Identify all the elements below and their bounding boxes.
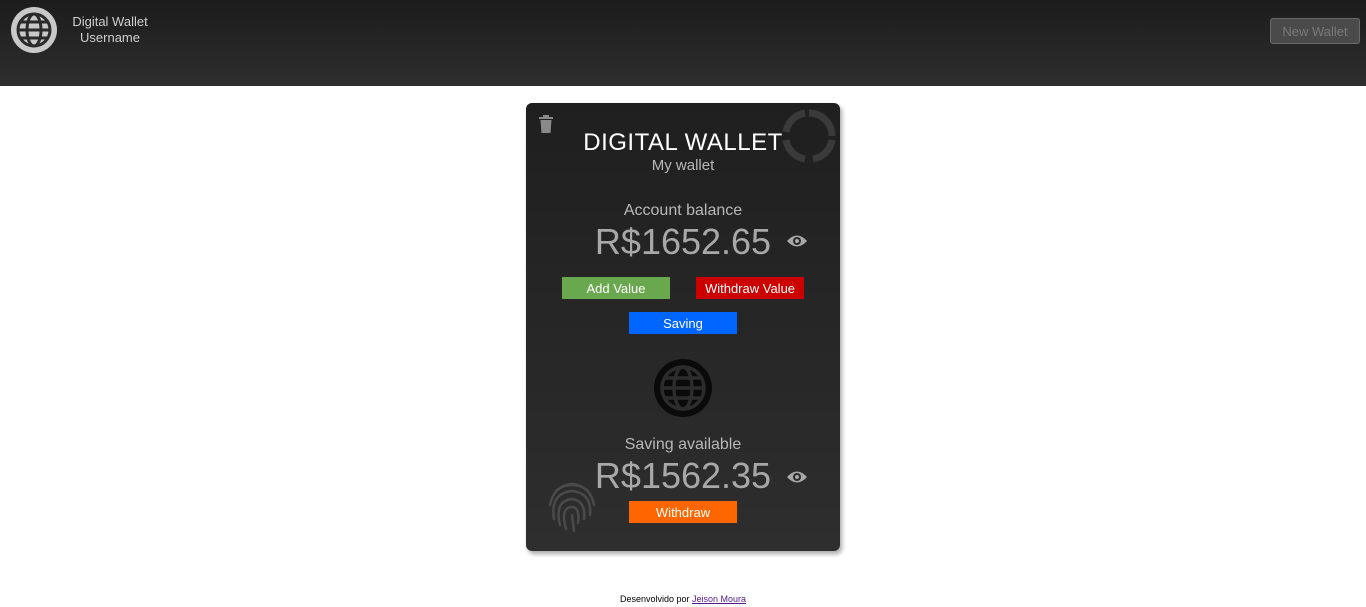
eye-icon[interactable]: [787, 234, 807, 248]
withdraw-value-button[interactable]: Withdraw Value: [696, 277, 804, 299]
card-title: DIGITAL WALLET: [583, 129, 783, 156]
withdraw-button[interactable]: Withdraw: [629, 501, 737, 523]
globe-icon: [11, 7, 57, 53]
globe-icon: [654, 359, 712, 417]
saving-button[interactable]: Saving: [629, 312, 737, 334]
header-bar: Digital Wallet Username New Wallet: [0, 0, 1366, 86]
balance-label: Account balance: [623, 202, 743, 219]
saving-value: R$1562.35: [594, 455, 772, 496]
new-wallet-button[interactable]: New Wallet: [1270, 18, 1360, 44]
wallet-card: DIGITAL WALLET My wallet Account balance…: [526, 103, 840, 551]
saving-available-label: Saving available: [624, 436, 742, 453]
username: Username: [80, 30, 140, 45]
header-title-block: Digital Wallet Username: [64, 14, 156, 46]
card-subtitle: My wallet: [651, 157, 715, 174]
app-title: Digital Wallet: [72, 14, 148, 29]
footer-prefix: Desenvolvido por: [619, 594, 690, 604]
footer: Desenvolvido por Jeison Moura: [0, 594, 1366, 604]
author-link[interactable]: Jeison Moura: [692, 594, 746, 604]
add-value-button[interactable]: Add Value: [562, 277, 670, 299]
eye-icon[interactable]: [787, 470, 807, 484]
fingerprint-icon: [548, 482, 596, 533]
balance-value: R$1652.65: [594, 221, 772, 262]
